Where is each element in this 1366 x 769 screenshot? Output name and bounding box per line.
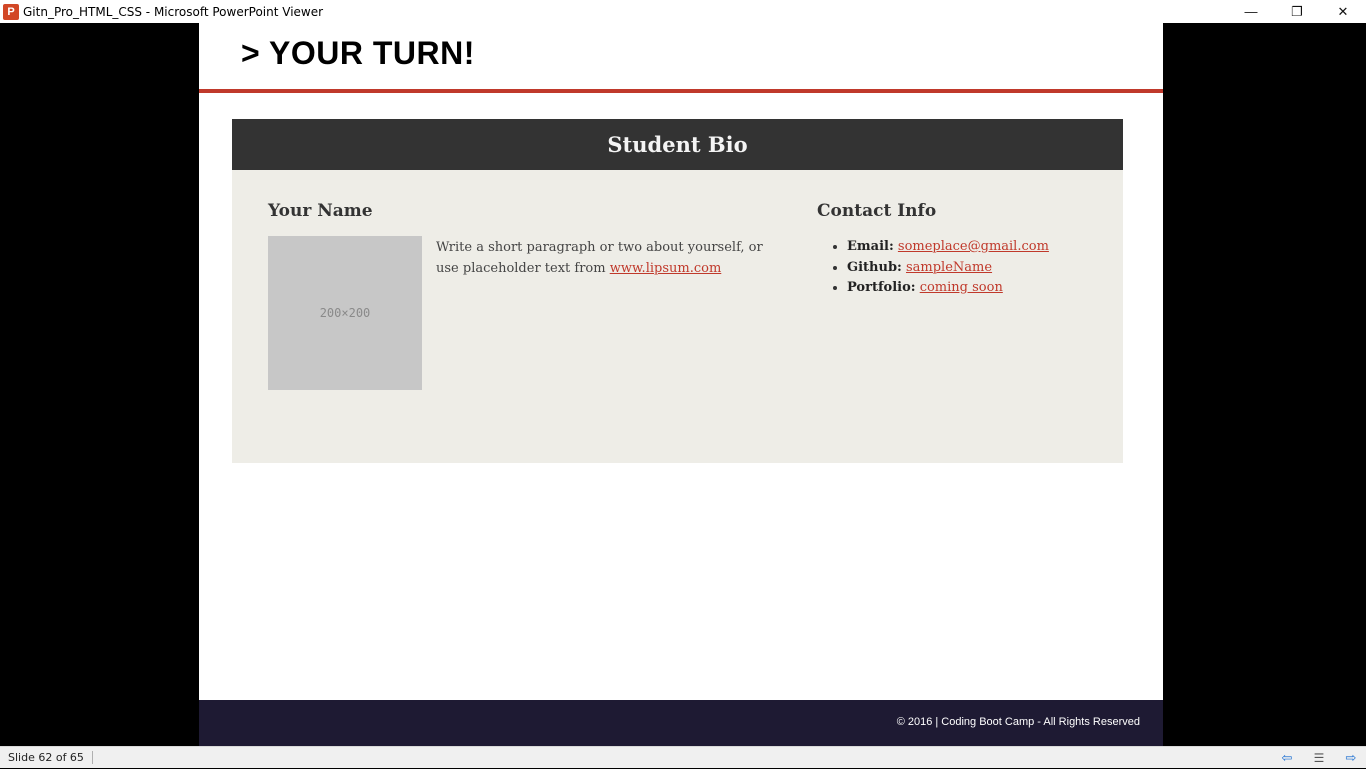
bio-paragraph: Write a short paragraph or two about you… <box>436 237 786 279</box>
window-title: Gitn_Pro_HTML_CSS - Microsoft PowerPoint… <box>23 4 324 19</box>
contact-item-github: Github: sampleName <box>847 258 1049 279</box>
github-link[interactable]: sampleName <box>906 260 992 275</box>
powerpoint-app-icon[interactable]: P <box>3 3 19 20</box>
slide-navigation: ⇦ ☰ ⇨ <box>1280 747 1358 769</box>
email-link[interactable]: someplace@gmail.com <box>898 239 1049 254</box>
title-bar: P Gitn_Pro_HTML_CSS - Microsoft PowerPoi… <box>0 0 1366 23</box>
prev-arrow-icon[interactable]: ⇦ <box>1280 750 1294 766</box>
slide-menu-icon[interactable]: ☰ <box>1312 751 1326 765</box>
contact-label: Email: <box>847 239 894 254</box>
lipsum-link[interactable]: www.lipsum.com <box>610 261 722 276</box>
profile-image-placeholder: 200×200 <box>268 236 422 390</box>
status-bar: Slide 62 of 65 ⇦ ☰ ⇨ <box>0 746 1366 768</box>
contact-item-email: Email: someplace@gmail.com <box>847 237 1049 258</box>
student-bio-card: Student Bio Your Name 200×200 Write a sh… <box>232 119 1123 463</box>
name-heading: Your Name <box>268 201 373 221</box>
image-size-label: 200×200 <box>319 306 371 320</box>
slide-counter: Slide 62 of 65 <box>8 751 93 764</box>
bio-header: Student Bio <box>232 119 1123 170</box>
contact-list: Email: someplace@gmail.com Github: sampl… <box>832 237 1049 299</box>
slide[interactable]: > YOUR TURN! Student Bio Your Name 200×2… <box>199 23 1163 746</box>
title-divider <box>199 89 1163 93</box>
close-button[interactable]: ✕ <box>1320 0 1366 23</box>
contact-heading: Contact Info <box>817 201 937 221</box>
footer-copyright: © 2016 | Coding Boot Camp - All Rights R… <box>896 716 1140 728</box>
portfolio-link[interactable]: coming soon <box>920 280 1003 295</box>
window-controls: — ❐ ✕ <box>1228 0 1366 23</box>
restore-button[interactable]: ❐ <box>1274 0 1320 23</box>
slide-footer: © 2016 | Coding Boot Camp - All Rights R… <box>199 700 1163 746</box>
contact-label: Github: <box>847 259 902 275</box>
contact-label: Portfolio: <box>847 280 916 295</box>
contact-item-portfolio: Portfolio: coming soon <box>847 278 1049 299</box>
next-arrow-icon[interactable]: ⇨ <box>1344 750 1358 766</box>
slide-title: > YOUR TURN! <box>241 35 475 71</box>
minimize-button[interactable]: — <box>1228 0 1274 23</box>
